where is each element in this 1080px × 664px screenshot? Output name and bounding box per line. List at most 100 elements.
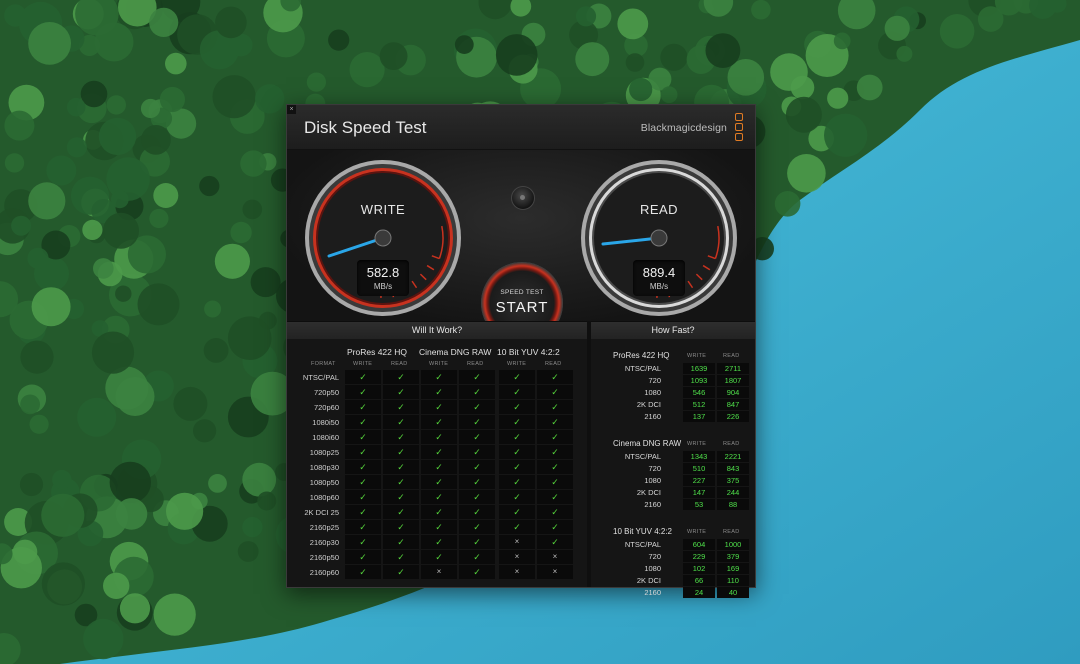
check-icon: ✓ (499, 460, 535, 474)
will-it-work-heading: Will It Work? (287, 321, 587, 340)
column-read-label: READ (391, 361, 408, 367)
read-readout: 889.4 MB/s (633, 260, 685, 296)
read-speed-cell: 40 (717, 587, 749, 598)
check-icon: ✓ (499, 370, 535, 384)
check-icon: ✓ (345, 535, 381, 549)
read-speed-unit: MB/s (649, 282, 669, 291)
how-fast-group-2: 10 Bit YUV 4:2:2 (613, 527, 672, 536)
column-read-label: READ (723, 529, 740, 535)
title-bar[interactable]: Disk Speed Test Blackmagicdesign (287, 105, 755, 150)
check-icon: ✓ (537, 520, 573, 534)
check-icon: ✓ (499, 520, 535, 534)
write-speed-cell: 546 (683, 387, 715, 398)
read-speed-cell: 1807 (717, 375, 749, 386)
format-row-label: 1080p25 (309, 448, 339, 457)
write-speed-cell: 1639 (683, 363, 715, 374)
check-icon: ✓ (345, 490, 381, 504)
read-speed-cell: 226 (717, 411, 749, 422)
write-speed-cell: 512 (683, 399, 715, 410)
close-button[interactable]: × (287, 105, 296, 114)
check-icon: ✓ (537, 505, 573, 519)
how-fast-row-label: 2K DCI (636, 488, 661, 497)
write-speed-cell: 1343 (683, 451, 715, 462)
check-icon: ✓ (383, 460, 419, 474)
format-row-label: 2160p60 (309, 568, 339, 577)
write-speed-cell: 53 (683, 499, 715, 510)
check-icon: ✓ (537, 445, 573, 459)
how-fast-row-label: 2160 (644, 588, 661, 597)
start-button-caption: SPEED TEST (500, 289, 544, 296)
how-fast-row-label: 2K DCI (636, 576, 661, 585)
write-speed-cell: 147 (683, 487, 715, 498)
read-speed-cell: 2221 (717, 451, 749, 462)
cross-icon: × (499, 565, 535, 579)
format-row-label: 1080p60 (309, 493, 339, 502)
check-icon: ✓ (345, 550, 381, 564)
will-it-work-table: FORMAT ProRes 422 HQ WRITE READ Cinema DNG R… (287, 339, 587, 587)
format-row-label: 1080p50 (309, 478, 339, 487)
column-read-label: READ (467, 361, 484, 367)
check-icon: ✓ (421, 505, 457, 519)
format-group-1: Cinema DNG RAW (419, 347, 492, 357)
check-icon: ✓ (459, 400, 495, 414)
write-speed-unit: MB/s (373, 282, 393, 291)
column-write-label: WRITE (507, 361, 527, 367)
check-icon: ✓ (459, 475, 495, 489)
format-row-label: 720p50 (313, 388, 339, 397)
how-fast-row-label: 2160 (644, 412, 661, 421)
check-icon: ✓ (459, 430, 495, 444)
check-icon: ✓ (537, 415, 573, 429)
read-speed-cell: 2711 (717, 363, 749, 374)
check-icon: ✓ (459, 505, 495, 519)
write-speed-cell: 137 (683, 411, 715, 422)
start-button-label: START (495, 299, 549, 316)
check-icon: ✓ (499, 475, 535, 489)
check-icon: ✓ (383, 475, 419, 489)
brand-name: Blackmagicdesign (640, 122, 727, 134)
how-fast-group-1: Cinema DNG RAW (613, 439, 682, 448)
column-write-label: WRITE (687, 441, 707, 447)
check-icon: ✓ (421, 520, 457, 534)
check-icon: ✓ (345, 505, 381, 519)
column-read-label: READ (545, 361, 562, 367)
how-fast-row-label: 720 (648, 376, 661, 385)
check-icon: ✓ (345, 565, 381, 579)
write-readout: 582.8 MB/s (357, 260, 409, 296)
read-speed-cell: 843 (717, 463, 749, 474)
check-icon: ✓ (421, 385, 457, 399)
check-icon: ✓ (459, 520, 495, 534)
format-row-label: 1080i50 (312, 418, 339, 427)
read-speed-cell: 375 (717, 475, 749, 486)
check-icon: ✓ (499, 505, 535, 519)
write-speed-cell: 604 (683, 539, 715, 550)
write-speed-value: 582.8 (366, 265, 400, 280)
check-icon: ✓ (421, 460, 457, 474)
write-speed-cell: 227 (683, 475, 715, 486)
check-icon: ✓ (537, 400, 573, 414)
read-speed-cell: 88 (717, 499, 749, 510)
check-icon: ✓ (459, 415, 495, 429)
format-row-label: 2160p50 (309, 553, 339, 562)
blackmagic-logo-icon (735, 113, 745, 143)
check-icon: ✓ (499, 385, 535, 399)
how-fast-row-label: 2160 (644, 500, 661, 509)
check-icon: ✓ (345, 370, 381, 384)
column-write-label: WRITE (687, 353, 707, 359)
write-speed-cell: 24 (683, 587, 715, 598)
check-icon: ✓ (459, 460, 495, 474)
format-row-label: 2160p30 (309, 538, 339, 547)
check-icon: ✓ (421, 445, 457, 459)
check-icon: ✓ (383, 385, 419, 399)
check-icon: ✓ (459, 565, 495, 579)
read-label: READ (639, 202, 679, 217)
read-speed-cell: 379 (717, 551, 749, 562)
read-speed-cell: 904 (717, 387, 749, 398)
settings-knob-icon[interactable] (511, 186, 535, 210)
how-fast-group-0: ProRes 422 HQ (613, 351, 670, 360)
check-icon: ✓ (383, 400, 419, 414)
check-icon: ✓ (537, 385, 573, 399)
format-row-label: 1080i60 (312, 433, 339, 442)
how-fast-row-label: 1080 (644, 388, 661, 397)
format-row-label: 2K DCI 25 (304, 508, 339, 517)
column-write-label: WRITE (687, 529, 707, 535)
